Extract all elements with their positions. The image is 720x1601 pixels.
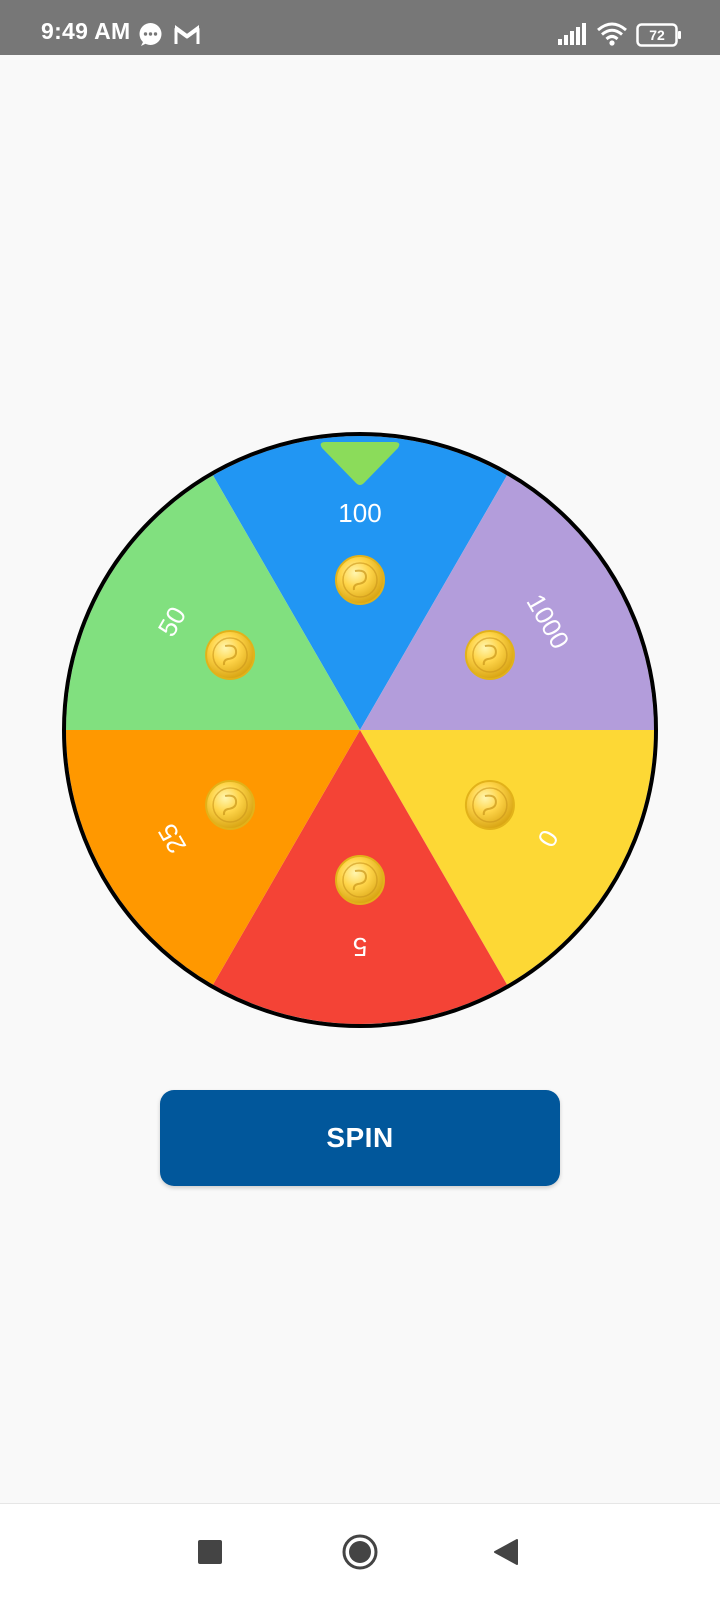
- spin-button[interactable]: SPIN: [160, 1090, 560, 1186]
- gold-coin-icon: [335, 855, 385, 905]
- wheel-segment-label: 100: [338, 498, 381, 528]
- prize-wheel[interactable]: 100 1000 0 5 25 50: [60, 430, 660, 1030]
- gold-coin-icon: [464, 780, 515, 830]
- wheel-segment-label: 5: [353, 932, 367, 962]
- back-button[interactable]: [493, 1538, 519, 1566]
- gold-coin-icon: [205, 630, 256, 680]
- signal-icon: [558, 23, 586, 45]
- gold-coin-icon: [335, 555, 385, 605]
- gmail-icon: [174, 25, 200, 44]
- battery-icon: 72: [636, 23, 684, 47]
- recents-button[interactable]: [198, 1540, 222, 1564]
- prize-wheel-graphic: 1001000052550: [62, 432, 658, 1028]
- navigation-bar: [0, 1503, 720, 1601]
- wifi-icon: [597, 22, 627, 46]
- status-bar: 9:49 AM 72: [0, 0, 720, 55]
- home-button[interactable]: [341, 1533, 379, 1571]
- gold-coin-icon: [205, 780, 256, 830]
- chat-bubble-icon: [139, 23, 162, 46]
- gold-coin-icon: [464, 630, 515, 680]
- status-time: 9:49 AM: [41, 18, 131, 44]
- battery-level: 72: [649, 27, 665, 43]
